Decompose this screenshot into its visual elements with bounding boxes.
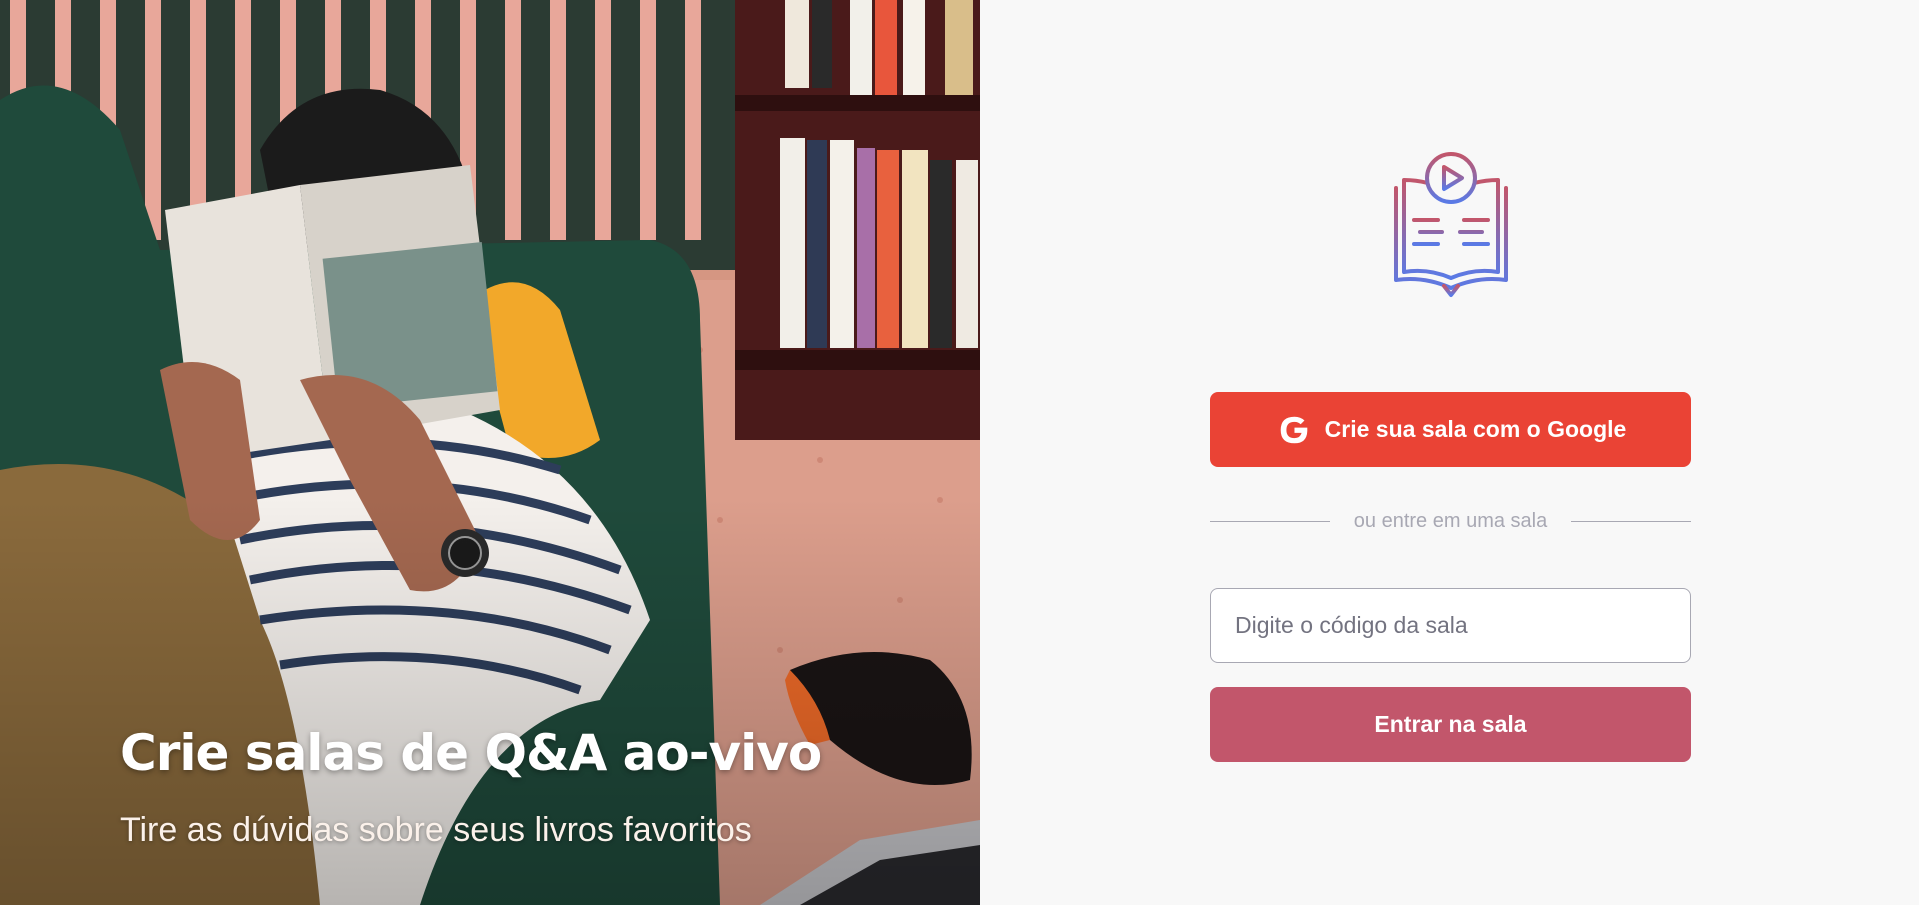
google-icon [1280, 416, 1307, 443]
hero-headline: Crie salas de Q&A ao-vivo [120, 724, 822, 782]
separator-line-left [1210, 520, 1330, 522]
separator-line-right [1571, 520, 1691, 522]
hero-panel: Crie salas de Q&A ao-vivo Tire as dúvida… [0, 0, 980, 905]
google-create-room-button[interactable]: Crie sua sala com o Google [1210, 392, 1691, 467]
google-button-label: Crie sua sala com o Google [1324, 416, 1627, 442]
hero-subline: Tire as dúvidas sobre seus livros favori… [120, 811, 752, 849]
enter-room-button[interactable]: Entrar na sala [1210, 687, 1691, 762]
book-play-icon [1393, 152, 1508, 297]
room-code-input[interactable] [1210, 588, 1691, 663]
separator-text: ou entre em uma sala [1353, 509, 1548, 532]
login-content [1210, 150, 1691, 300]
separator: ou entre em uma sala [1210, 506, 1691, 536]
login-panel: Crie sua sala com o Google ou entre em u… [980, 0, 1919, 905]
hero-text: Crie salas de Q&A ao-vivo Tire as dúvida… [120, 718, 940, 850]
